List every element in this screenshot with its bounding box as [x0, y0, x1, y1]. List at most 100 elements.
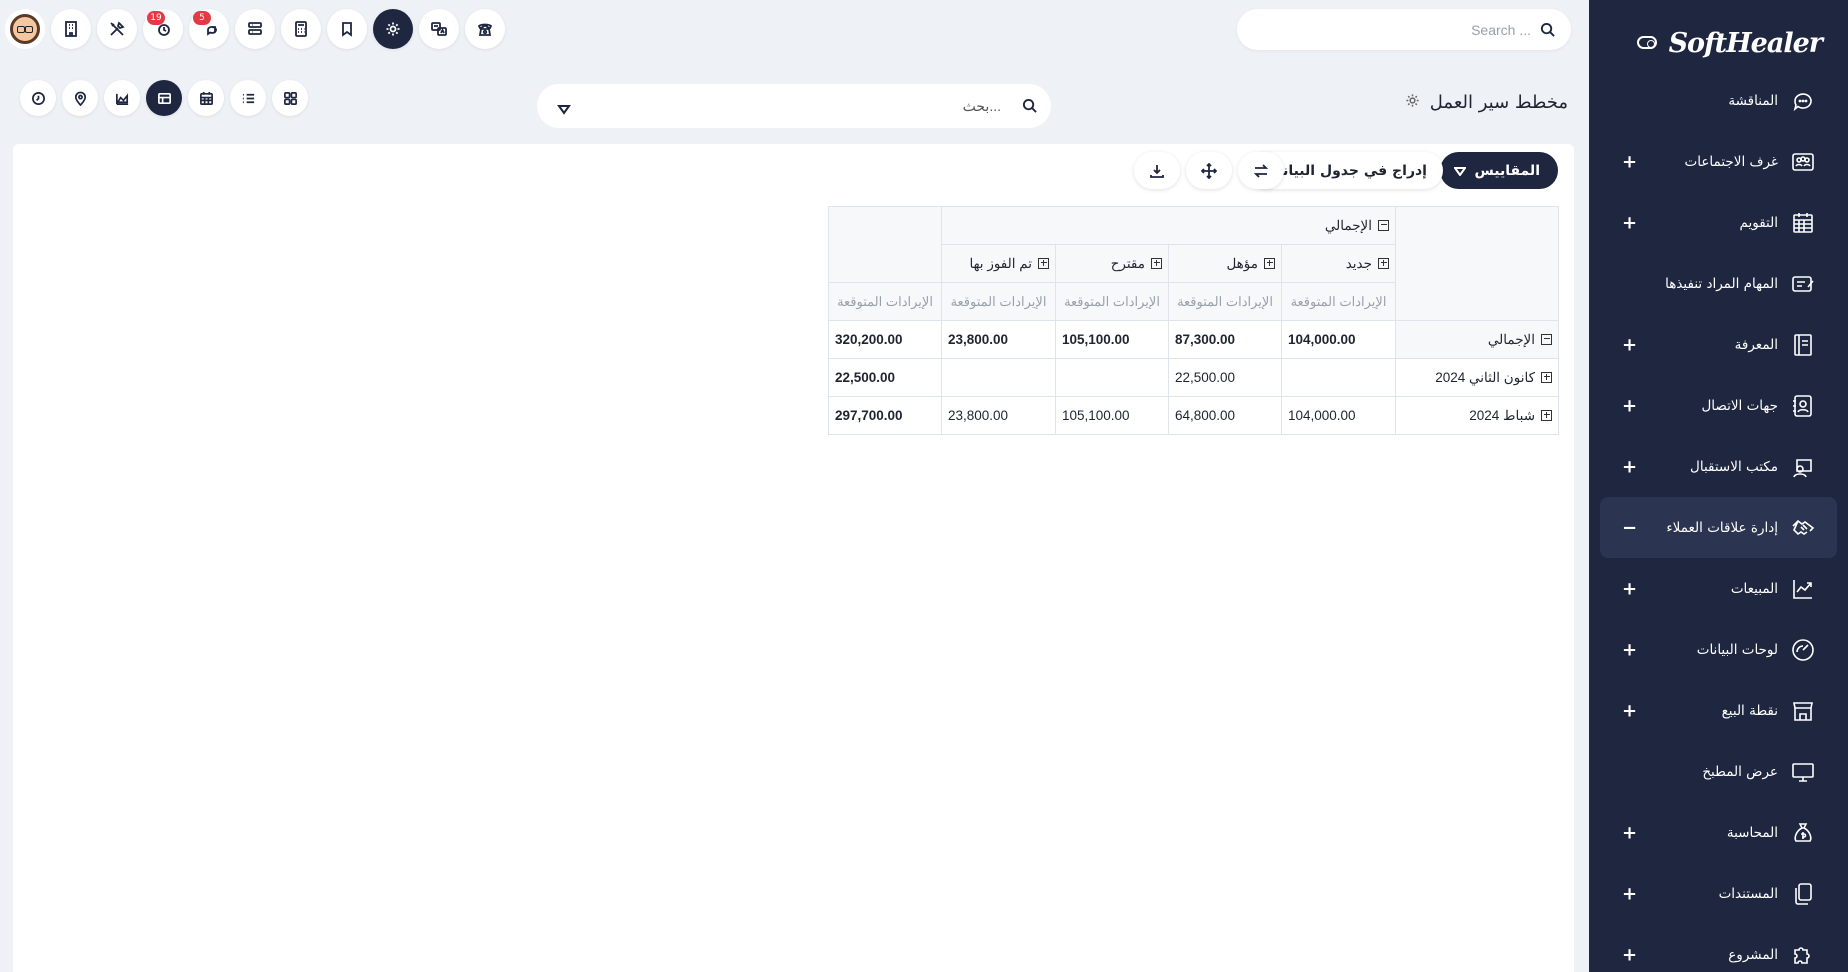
- pivot-cell-total[interactable]: 297,700.00: [828, 396, 942, 435]
- view-map-button[interactable]: [62, 80, 98, 116]
- expand-icon[interactable]: +: [1622, 395, 1637, 416]
- sidebar-item-label: المحاسبة: [1726, 824, 1778, 841]
- pivot-cell[interactable]: 23,800.00: [941, 396, 1056, 435]
- expand-icon[interactable]: +: [1622, 456, 1637, 477]
- expand-icon[interactable]: +: [1622, 639, 1637, 660]
- pivot-cell[interactable]: 22,500.00: [1168, 358, 1282, 397]
- pivot-cell[interactable]: 105,100.00: [1055, 396, 1169, 435]
- knowledge-icon: [1791, 333, 1815, 357]
- pivot-cell[interactable]: 87,300.00: [1168, 320, 1282, 359]
- sidebar-item-documents[interactable]: المستندات +: [1600, 863, 1837, 924]
- expand-all-button[interactable]: [1186, 152, 1232, 189]
- sidebar-item-kitchen[interactable]: عرض المطبخ: [1600, 741, 1837, 802]
- expand-icon[interactable]: +: [1622, 944, 1637, 965]
- pivot-row-header-jan-2024[interactable]: كانون الثاني 2024: [1395, 358, 1559, 397]
- tools-button[interactable]: [97, 9, 137, 49]
- view-activity-button[interactable]: [20, 80, 56, 116]
- sidebar-item-accounting[interactable]: المحاسبة +: [1600, 802, 1837, 863]
- table-row: كانون الثاني 2024 22,500.00 22,500.00: [828, 358, 1559, 397]
- expand-box-icon: [1378, 257, 1389, 269]
- pivot-row-header-feb-2024[interactable]: شباط 2024: [1395, 396, 1559, 435]
- measures-dropdown-button[interactable]: المقاييس: [1440, 152, 1558, 189]
- pivot-view: المقاييس إدراج في جدول البيانات الإجمالي…: [13, 144, 1574, 972]
- collapse-icon[interactable]: −: [1622, 517, 1637, 538]
- search-icon[interactable]: [1022, 98, 1037, 117]
- sidebar-item-pos[interactable]: نقطة البيع +: [1600, 680, 1837, 741]
- measure-header[interactable]: الإيرادات المتوقعة: [1281, 282, 1396, 321]
- pivot-cell[interactable]: [1055, 358, 1169, 397]
- view-search-input[interactable]: [581, 95, 1001, 117]
- expand-icon[interactable]: +: [1622, 700, 1637, 721]
- activities-button[interactable]: 19: [143, 9, 183, 49]
- global-search-input[interactable]: [1271, 19, 1531, 41]
- brand-logo: SoftHealer: [1668, 28, 1823, 59]
- sidebar-item-label: إدارة علاقات العملاء: [1666, 519, 1778, 536]
- sidebar-item-meeting-rooms[interactable]: غرف الاجتماعات +: [1600, 131, 1837, 192]
- language-button[interactable]: [419, 9, 459, 49]
- user-avatar[interactable]: [5, 9, 45, 49]
- view-calendar-button[interactable]: [188, 80, 224, 116]
- pivot-col-header-new[interactable]: جديد: [1281, 244, 1396, 283]
- view-list-button[interactable]: [230, 80, 266, 116]
- sidebar-item-calendar[interactable]: التقويم +: [1600, 192, 1837, 253]
- pivot-cell[interactable]: 104,000.00: [1281, 396, 1396, 435]
- pivot-col-header-won[interactable]: تم الفوز بها: [941, 244, 1056, 283]
- calculator-button[interactable]: [281, 9, 321, 49]
- pivot-cell[interactable]: 105,100.00: [1055, 320, 1169, 359]
- sidebar-item-dashboards[interactable]: لوحات البيانات +: [1600, 619, 1837, 680]
- pivot-col-header-total[interactable]: الإجمالي: [941, 206, 1396, 245]
- pivot-cell[interactable]: [1281, 358, 1396, 397]
- activities-badge: 19: [147, 11, 165, 25]
- settings-button[interactable]: [373, 9, 413, 49]
- sidebar-item-knowledge[interactable]: المعرفة +: [1600, 314, 1837, 375]
- pivot-cell[interactable]: [941, 358, 1056, 397]
- view-graph-button[interactable]: [104, 80, 140, 116]
- sidebar-item-label: المشروع: [1728, 946, 1778, 963]
- measure-header[interactable]: الإيرادات المتوقعة: [828, 282, 942, 321]
- row-label: الإجمالي: [1487, 331, 1535, 347]
- sidebar-item-todo[interactable]: المهام المراد تنفيذها: [1600, 253, 1837, 314]
- database-button[interactable]: [235, 9, 275, 49]
- sidebar-item-crm[interactable]: إدارة علاقات العملاء −: [1600, 497, 1837, 558]
- pivot-cell-total[interactable]: 22,500.00: [828, 358, 942, 397]
- measure-header[interactable]: الإيرادات المتوقعة: [1168, 282, 1282, 321]
- sidebar-item-sales[interactable]: المبيعات +: [1600, 558, 1837, 619]
- measure-header[interactable]: الإيرادات المتوقعة: [941, 282, 1056, 321]
- pivot-col-header-proposition[interactable]: مقترح: [1055, 244, 1169, 283]
- sidebar-item-discuss[interactable]: المناقشة: [1600, 70, 1837, 131]
- sidebar: SoftHealer المناقشة غرف الاجتماعات + الت…: [1589, 0, 1848, 972]
- sidebar-item-label: المناقشة: [1728, 92, 1778, 109]
- sidebar-item-frontdesk[interactable]: مكتب الاستقبال +: [1600, 436, 1837, 497]
- expand-icon[interactable]: +: [1622, 822, 1637, 843]
- pivot-cell-total[interactable]: 320,200.00: [828, 320, 942, 359]
- sidebar-item-label: مكتب الاستقبال: [1690, 458, 1778, 475]
- expand-icon[interactable]: +: [1622, 334, 1637, 355]
- sidebar-item-contacts[interactable]: جهات الاتصال +: [1600, 375, 1837, 436]
- list-icon: [242, 93, 254, 103]
- gear-icon[interactable]: [1405, 92, 1420, 113]
- view-kanban-button[interactable]: [272, 80, 308, 116]
- sidebar-toggle-icon[interactable]: [1637, 36, 1657, 49]
- pivot-cell[interactable]: 23,800.00: [941, 320, 1056, 359]
- phone-button[interactable]: [465, 9, 505, 49]
- expand-icon[interactable]: +: [1622, 883, 1637, 904]
- view-pivot-button[interactable]: [146, 80, 182, 116]
- search-icon[interactable]: [1540, 22, 1555, 37]
- frontdesk-icon: [1791, 455, 1815, 479]
- download-button[interactable]: [1134, 152, 1180, 189]
- pivot-col-header-qualified[interactable]: مؤهل: [1168, 244, 1282, 283]
- expand-icon[interactable]: +: [1622, 212, 1637, 233]
- header-label: مؤهل: [1226, 255, 1258, 271]
- expand-icon[interactable]: +: [1622, 578, 1637, 599]
- company-switcher-button[interactable]: [51, 9, 91, 49]
- bookmark-button[interactable]: [327, 9, 367, 49]
- flip-axis-button[interactable]: [1238, 152, 1284, 189]
- pivot-row-header-total[interactable]: الإجمالي: [1395, 320, 1559, 359]
- messages-button[interactable]: 5: [189, 9, 229, 49]
- pivot-cell[interactable]: 104,000.00: [1281, 320, 1396, 359]
- expand-icon[interactable]: +: [1622, 151, 1637, 172]
- sidebar-item-label: جهات الاتصال: [1701, 397, 1778, 414]
- sidebar-item-project[interactable]: المشروع +: [1600, 924, 1837, 972]
- measure-header[interactable]: الإيرادات المتوقعة: [1055, 282, 1169, 321]
- pivot-cell[interactable]: 64,800.00: [1168, 396, 1282, 435]
